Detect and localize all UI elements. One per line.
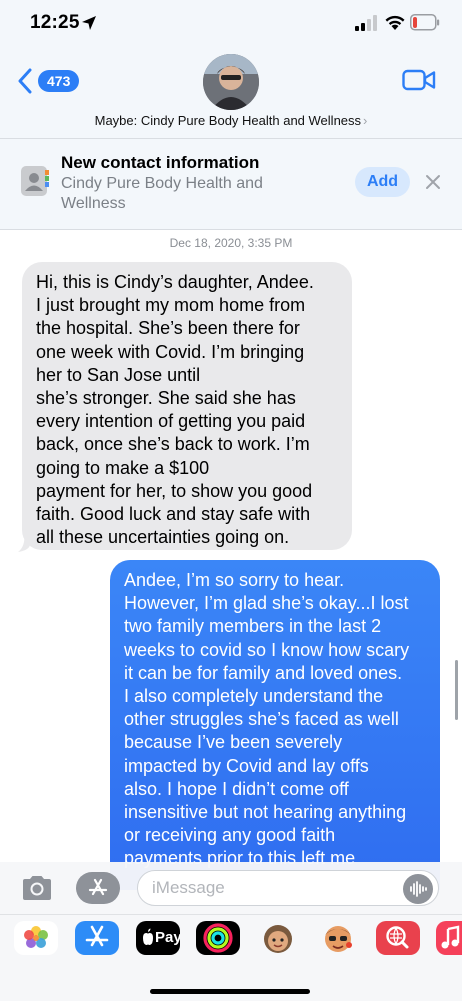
location-arrow-icon: [82, 16, 96, 30]
waveform-icon: [410, 881, 427, 897]
memoji-icon[interactable]: [256, 921, 300, 955]
incoming-message-bubble[interactable]: Hi, this is Cindy’s daughter, Andee. I j…: [22, 262, 352, 550]
memoji-face-glyph: [264, 925, 292, 953]
add-contact-button[interactable]: Add: [355, 167, 410, 197]
photos-app-icon[interactable]: [14, 921, 58, 955]
app-store-button[interactable]: [76, 872, 120, 904]
app-drawer: Pay: [0, 914, 462, 1001]
avatar-photo: [203, 54, 259, 110]
status-time: 12:25: [30, 12, 80, 33]
dictation-button[interactable]: [403, 874, 433, 904]
new-contact-banner: New contact information Cindy Pure Body …: [0, 139, 462, 230]
conversation-header: 473 Maybe: Cindy Pure Body Health and We…: [0, 50, 462, 139]
contact-avatar[interactable]: [203, 54, 259, 110]
apple-pay-label: Pay: [155, 929, 180, 946]
close-icon[interactable]: [424, 173, 442, 191]
contacts-card-icon: [21, 166, 49, 196]
cellular-signal-icon: [355, 15, 377, 31]
memoji-stickers-icon[interactable]: [316, 921, 360, 955]
scroll-indicator[interactable]: [455, 660, 458, 720]
camera-icon[interactable]: [20, 874, 54, 902]
message-timestamp: Dec 18, 2020, 3:35 PM: [169, 236, 293, 250]
globe-search-glyph: [386, 926, 409, 949]
wifi-icon: [385, 15, 405, 30]
status-bar: 12:25: [0, 0, 462, 50]
web-search-icon[interactable]: [376, 921, 420, 955]
apple-pay-icon[interactable]: Pay: [136, 921, 180, 955]
home-indicator[interactable]: [150, 989, 310, 994]
chevron-right-icon: ›: [363, 113, 368, 128]
message-composer: [0, 862, 462, 914]
chevron-left-icon: [18, 68, 32, 94]
outgoing-message-bubble[interactable]: Andee, I’m so sorry to hear. However, I’…: [110, 560, 440, 890]
activity-icon[interactable]: [196, 921, 240, 955]
music-icon[interactable]: [436, 921, 462, 955]
facetime-video-icon[interactable]: [402, 68, 436, 92]
back-button[interactable]: 473: [18, 65, 80, 97]
imessage-input[interactable]: [137, 870, 439, 906]
music-note-glyph: [441, 925, 460, 949]
banner-title: New contact information: [61, 153, 260, 172]
contact-name: Maybe: Cindy Pure Body Health and Wellne…: [94, 113, 362, 128]
activity-rings-glyph: [203, 923, 233, 953]
app-store-icon[interactable]: [75, 921, 119, 955]
app-store-glyph-icon: [88, 878, 108, 896]
app-store-a-glyph: [85, 925, 109, 947]
battery-low-icon: [410, 14, 440, 31]
contact-name-button[interactable]: Maybe: Cindy Pure Body Health and Wellne…: [0, 113, 462, 128]
photos-flower-glyph: [24, 926, 48, 948]
unread-count-badge: 473: [38, 70, 80, 92]
memoji-stickers-glyph: [325, 926, 352, 952]
banner-subtitle: Cindy Pure Body Health and Wellness: [61, 175, 263, 212]
